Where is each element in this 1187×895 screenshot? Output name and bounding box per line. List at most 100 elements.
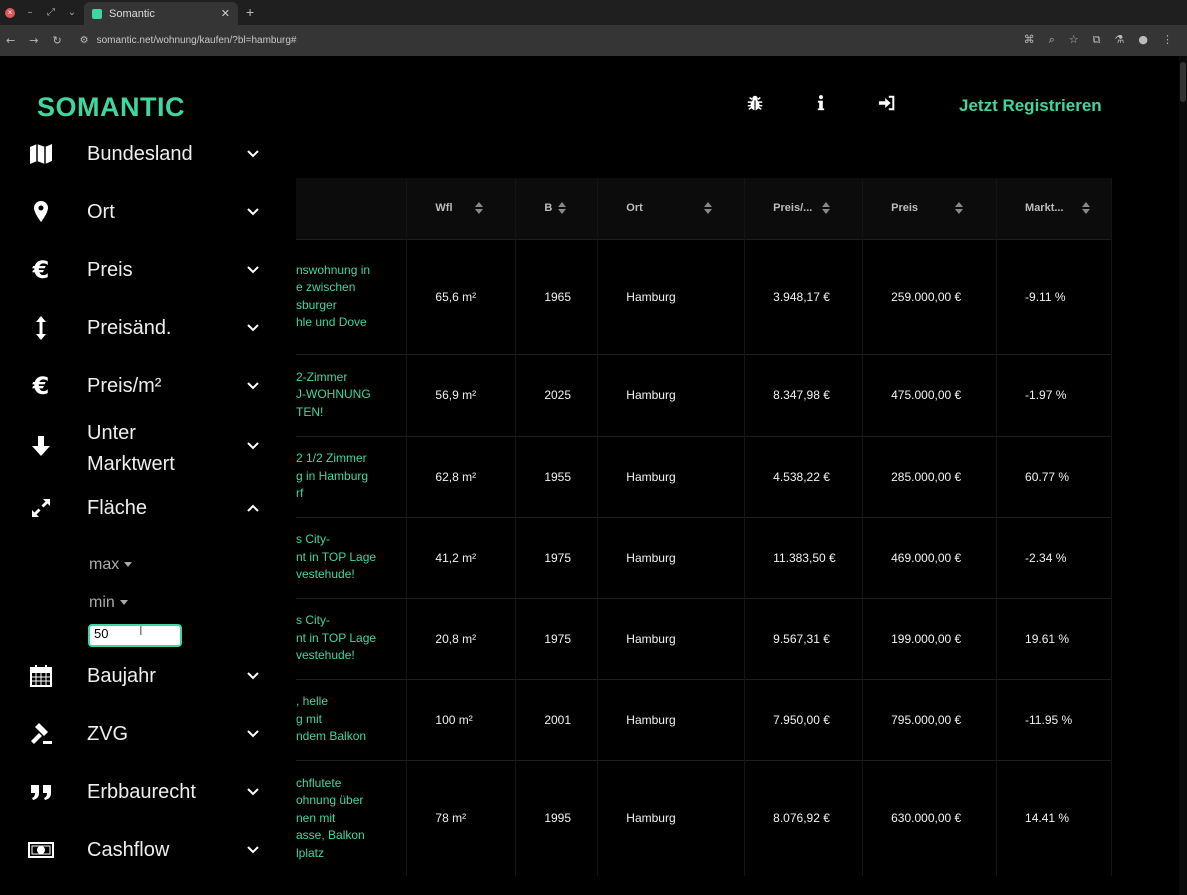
forward-icon[interactable]: → bbox=[29, 34, 38, 47]
expand-icon bbox=[32, 499, 50, 517]
browser-menu-icon[interactable]: ⋮ bbox=[1162, 33, 1173, 47]
chevron-up-icon[interactable] bbox=[246, 501, 260, 515]
title-line: nswohnung in bbox=[296, 262, 371, 277]
sidebar-item-label: Unter bbox=[87, 422, 136, 444]
sort-icon[interactable] bbox=[474, 200, 484, 216]
column-header-baujahr[interactable]: B bbox=[515, 178, 599, 239]
table-row[interactable]: s City- nt in TOP Lage vestehude! 20,8 m… bbox=[296, 597, 1112, 679]
address-bar-row: ← → ↻ ⚙ somantic.net/wohnung/kaufen/?bl=… bbox=[0, 25, 1187, 56]
cell-ort: Hamburg bbox=[597, 678, 746, 760]
url-field[interactable]: ⚙ somantic.net/wohnung/kaufen/?bl=hambur… bbox=[80, 35, 297, 46]
cell-wfl: 20,8 m² bbox=[406, 597, 517, 679]
listing-title-link[interactable]: 2-Zimmer J-WOHNUNG TEN! bbox=[296, 353, 408, 436]
table-row[interactable]: 2-Zimmer J-WOHNUNG TEN! 56,9 m² 2025 Ham… bbox=[296, 353, 1112, 436]
title-line: g mit bbox=[296, 711, 323, 726]
window-controls: × – ⤢ ⌄ bbox=[0, 7, 78, 18]
tab-close-icon[interactable]: ✕ bbox=[221, 7, 230, 20]
cell-preis: 285.000,00 € bbox=[862, 435, 998, 517]
bug-icon[interactable] bbox=[746, 94, 764, 112]
text-cursor-icon: I bbox=[139, 623, 143, 638]
cell-baujahr: 1965 bbox=[515, 238, 599, 354]
listing-title-link[interactable]: s City- nt in TOP Lage vestehude! bbox=[296, 516, 408, 598]
cell-preis: 475.000,00 € bbox=[862, 353, 998, 436]
quote-icon bbox=[31, 785, 51, 800]
sidebar-item-label: ZVG bbox=[87, 722, 129, 745]
sign-in-icon[interactable] bbox=[878, 94, 896, 112]
browser-tab[interactable]: Somantic ✕ bbox=[84, 2, 238, 25]
site-logo[interactable]: SOMANTIC bbox=[37, 92, 185, 123]
chevron-down-icon[interactable] bbox=[246, 263, 260, 277]
tab-list-chevron-icon[interactable]: ⌄ bbox=[66, 7, 78, 18]
sort-icon[interactable] bbox=[557, 200, 567, 216]
translate-icon[interactable]: ⌘ bbox=[1024, 33, 1035, 47]
table-row[interactable]: , helle g mit ndem Balkon 100 m² 2001 Ha… bbox=[296, 678, 1112, 760]
column-header-preis-qm[interactable]: Preis/... bbox=[744, 178, 864, 239]
zoom-icon[interactable]: ⌕ bbox=[1049, 33, 1055, 47]
table-row[interactable]: 2 1/2 Zimmer g in Hamburg rf 62,8 m² 195… bbox=[296, 435, 1112, 517]
window-close-icon[interactable]: × bbox=[5, 7, 15, 18]
table-row[interactable]: nswohnung in e zwischen sburger hle und … bbox=[296, 238, 1112, 354]
flaeche-max-dropdown[interactable]: max bbox=[89, 556, 132, 574]
listing-title-link[interactable]: nswohnung in e zwischen sburger hle und … bbox=[296, 238, 408, 354]
chevron-down-icon[interactable] bbox=[246, 727, 260, 741]
window-minimize-icon[interactable]: – bbox=[24, 7, 36, 18]
cell-ort: Hamburg bbox=[597, 759, 746, 876]
register-link[interactable]: Jetzt Registrieren bbox=[959, 96, 1102, 116]
listing-title-link[interactable]: , helle g mit ndem Balkon bbox=[296, 678, 408, 760]
column-header-ort[interactable]: Ort bbox=[597, 178, 746, 239]
cell-preis: 630.000,00 € bbox=[862, 759, 998, 876]
info-icon[interactable] bbox=[812, 94, 830, 112]
arrow-down-icon bbox=[32, 436, 50, 456]
title-line: s City- bbox=[296, 532, 330, 547]
cell-baujahr: 1975 bbox=[515, 597, 599, 679]
column-header-marktwert[interactable]: Markt... bbox=[996, 178, 1112, 239]
cell-marktwert: -2.34 % bbox=[996, 516, 1112, 598]
chevron-down-icon[interactable] bbox=[246, 147, 260, 161]
profile-icon[interactable]: ● bbox=[1138, 33, 1148, 47]
chevron-down-icon[interactable] bbox=[246, 439, 260, 453]
sort-icon[interactable] bbox=[1081, 200, 1091, 216]
cell-preis-qm: 7.950,00 € bbox=[744, 678, 864, 760]
cell-marktwert: 60.77 % bbox=[996, 435, 1112, 517]
column-header-title[interactable] bbox=[296, 178, 408, 239]
sidebar-item-label: Baujahr bbox=[87, 664, 156, 687]
flaeche-min-input[interactable]: 50 bbox=[88, 624, 182, 647]
table-row[interactable]: chflutete ohnung über nen mit asse, Balk… bbox=[296, 759, 1112, 876]
table-row[interactable]: s City- nt in TOP Lage vestehude! 41,2 m… bbox=[296, 516, 1112, 598]
cell-preis: 795.000,00 € bbox=[862, 678, 998, 760]
new-tab-icon[interactable]: + bbox=[246, 4, 254, 20]
reload-icon[interactable]: ↻ bbox=[52, 34, 61, 47]
extensions-icon[interactable]: ⧉ bbox=[1093, 33, 1101, 47]
listing-title-link[interactable]: s City- nt in TOP Lage vestehude! bbox=[296, 597, 408, 679]
window-maximize-icon[interactable]: ⤢ bbox=[45, 7, 57, 18]
chevron-down-icon[interactable] bbox=[246, 379, 260, 393]
column-header-preis[interactable]: Preis bbox=[862, 178, 998, 239]
vertical-arrows-icon bbox=[36, 316, 46, 340]
sidebar-item-label: Ort bbox=[87, 200, 115, 223]
chevron-down-icon[interactable] bbox=[246, 785, 260, 799]
sort-icon[interactable] bbox=[821, 200, 831, 216]
sort-icon[interactable] bbox=[703, 200, 713, 216]
cell-marktwert: -9.11 % bbox=[996, 238, 1112, 354]
page-scrollbar[interactable] bbox=[1179, 56, 1187, 895]
chevron-down-icon[interactable] bbox=[246, 205, 260, 219]
chevron-down-icon[interactable] bbox=[246, 843, 260, 857]
bookmark-star-icon[interactable]: ☆ bbox=[1069, 33, 1079, 47]
chevron-down-icon[interactable] bbox=[246, 669, 260, 683]
back-icon[interactable]: ← bbox=[6, 34, 15, 47]
flaeche-min-dropdown[interactable]: min bbox=[89, 594, 128, 612]
cell-preis: 259.000,00 € bbox=[862, 238, 998, 354]
title-line: 2 1/2 Zimmer bbox=[296, 451, 367, 466]
scrollbar-thumb[interactable] bbox=[1180, 62, 1186, 102]
column-header-label: Wfl bbox=[435, 202, 453, 215]
sort-icon[interactable] bbox=[954, 200, 964, 216]
title-line: vestehude! bbox=[296, 648, 355, 663]
listing-title-link[interactable]: 2 1/2 Zimmer g in Hamburg rf bbox=[296, 435, 408, 517]
labs-flask-icon[interactable]: ⚗ bbox=[1115, 33, 1125, 47]
chevron-down-icon[interactable] bbox=[246, 321, 260, 335]
listing-title-link[interactable]: chflutete ohnung über nen mit asse, Balk… bbox=[296, 759, 408, 876]
site-settings-icon[interactable]: ⚙ bbox=[80, 35, 89, 46]
column-header-wfl[interactable]: Wfl bbox=[406, 178, 517, 239]
url-text[interactable]: somantic.net/wohnung/kaufen/?bl=hamburg# bbox=[97, 35, 297, 46]
sidebar-item-label: Preis/m² bbox=[87, 374, 162, 397]
